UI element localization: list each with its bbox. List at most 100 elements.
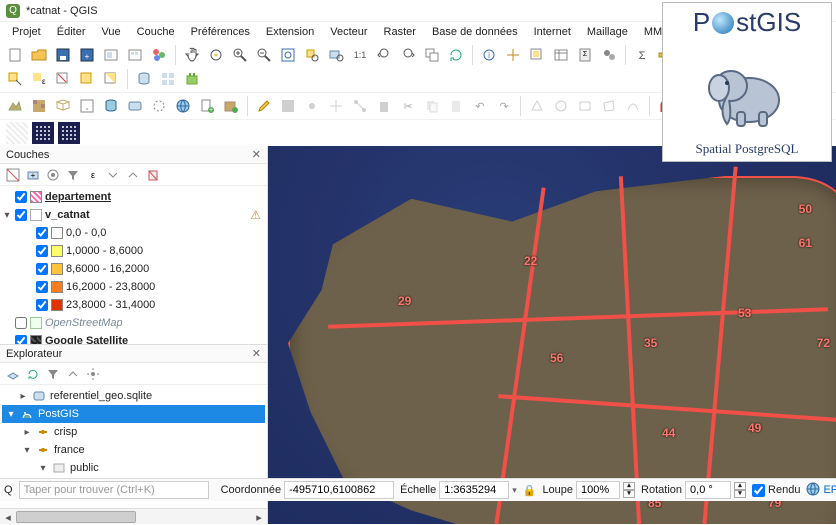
select-icon[interactable] [526,44,548,66]
spin-up-icon[interactable]: ▴ [734,482,746,490]
horizontal-scrollbar[interactable]: ◂ ▸ [0,508,267,524]
layer-checkbox[interactable] [15,209,27,221]
zoom-selection-icon[interactable] [301,44,323,66]
spin-down-icon[interactable]: ▾ [623,490,635,498]
menu-vue[interactable]: Vue [96,24,127,40]
zoom-out-icon[interactable] [253,44,275,66]
toolbox-icon[interactable] [598,44,620,66]
menu-raster[interactable]: Raster [378,24,422,40]
scale-input[interactable] [439,481,509,499]
caret-icon[interactable]: ▸ [18,391,28,402]
menu-projet[interactable]: Projet [6,24,47,40]
cut-features-icon[interactable]: ✂ [397,95,419,117]
digitize-shape-icon[interactable] [526,95,548,117]
rotation-input[interactable] [685,481,731,499]
class-row[interactable]: 1,0000 - 8,6000 [2,242,265,260]
class-row[interactable]: 8,6000 - 16,2000 [2,260,265,278]
explorer-item-sqlite[interactable]: ▸ referentiel_geo.sqlite [2,387,265,405]
lock-icon[interactable]: 🔒 [523,484,537,497]
zoom-layer-icon[interactable] [325,44,347,66]
pattern1-icon[interactable] [32,122,54,144]
node-tool-icon[interactable] [349,95,371,117]
tile-tool-icon[interactable] [157,68,179,90]
layer-checkbox[interactable] [15,191,27,203]
refresh-icon[interactable] [445,44,467,66]
locator-icon[interactable]: Q [4,481,13,499]
delete-selected-icon[interactable] [373,95,395,117]
digitize-rect-icon[interactable] [574,95,596,117]
layers-tree[interactable]: departement ▾ v_catnat ⚠ 0,0 - 0,0 1,000… [0,186,267,344]
open-table-icon[interactable] [550,44,572,66]
explorer-item-crisp[interactable]: ▸ crisp [2,423,265,441]
add-vector-icon[interactable] [4,95,26,117]
add-delimited-icon[interactable]: , [76,95,98,117]
menu-preferences[interactable]: Préférences [185,24,256,40]
copy-features-icon[interactable] [421,95,443,117]
expression-filter-icon[interactable]: ε [84,166,102,184]
toggle-edit-icon[interactable] [253,95,275,117]
pattern2-icon[interactable] [58,122,80,144]
style-manager-icon[interactable] [148,44,170,66]
explorer-item-public[interactable]: ▾ public [2,459,265,477]
new-geopackage-icon[interactable] [220,95,242,117]
coord-input[interactable] [284,481,394,499]
layer-osm[interactable]: OpenStreetMap [2,314,265,332]
style-dock-icon[interactable] [4,166,22,184]
layer-vcatnat[interactable]: ▾ v_catnat ⚠ [2,206,265,224]
deselect-icon[interactable] [52,68,74,90]
layer-checkbox[interactable] [15,317,27,329]
paste-features-icon[interactable] [445,95,467,117]
map-canvas[interactable]: 22 29 50 61 72 53 56 35 49 44 85 79 [268,146,836,524]
zoom-full-icon[interactable] [277,44,299,66]
menu-extension[interactable]: Extension [260,24,320,40]
pan-icon[interactable] [181,44,203,66]
class-row[interactable]: 16,2000 - 23,8000 [2,278,265,296]
properties-icon[interactable] [84,365,102,383]
menu-vecteur[interactable]: Vecteur [324,24,373,40]
new-layout-icon[interactable] [100,44,122,66]
filter-icon[interactable] [44,365,62,383]
add-virtual-icon[interactable] [148,95,170,117]
remove-layer-icon[interactable] [144,166,162,184]
open-project-icon[interactable] [28,44,50,66]
layer-google-satellite[interactable]: Google Satellite [2,332,265,344]
caret-icon[interactable]: ▾ [2,210,12,221]
menu-editer[interactable]: Éditer [51,24,92,40]
scrollbar-thumb[interactable] [16,511,136,523]
move-feature-icon[interactable] [325,95,347,117]
class-checkbox[interactable] [36,263,48,275]
warning-icon[interactable]: ⚠ [250,208,261,222]
zoom-native-icon[interactable]: 1:1 [349,44,371,66]
refresh-icon[interactable] [24,365,42,383]
class-row[interactable]: 0,0 - 0,0 [2,224,265,242]
digitize-circle-icon[interactable] [550,95,572,117]
spin-down-icon[interactable]: ▾ [734,490,746,498]
caret-icon[interactable]: ▾ [38,463,48,474]
new-shapefile-icon[interactable]: + [196,95,218,117]
layer-departement[interactable]: departement [2,188,265,206]
class-checkbox[interactable] [36,281,48,293]
no-paint-icon[interactable] [6,122,28,144]
new-map-view-icon[interactable] [421,44,443,66]
digitize-poly-icon[interactable] [598,95,620,117]
save-edits-icon[interactable] [277,95,299,117]
crs-button[interactable]: EPSG:3857 [806,482,836,499]
render-checkbox[interactable] [752,484,765,497]
scroll-left-icon[interactable]: ◂ [0,509,16,525]
undo-icon[interactable]: ↶ [469,95,491,117]
save-project-icon[interactable] [52,44,74,66]
menu-couche[interactable]: Couche [131,24,181,40]
spinner[interactable]: ▴▾ [734,482,746,498]
collapse-icon[interactable] [64,365,82,383]
menu-internet[interactable]: Internet [528,24,577,40]
layout-manager-icon[interactable] [124,44,146,66]
save-as-icon[interactable]: + [76,44,98,66]
layer-checkbox[interactable] [15,335,27,344]
stats-icon[interactable]: Σ [631,44,653,66]
expand-all-icon[interactable] [104,166,122,184]
menu-bdd[interactable]: Base de données [426,24,524,40]
caret-icon[interactable]: ▾ [22,445,32,456]
action-icon[interactable] [502,44,524,66]
close-icon[interactable]: ✕ [252,347,261,360]
add-mesh-icon[interactable] [52,95,74,117]
